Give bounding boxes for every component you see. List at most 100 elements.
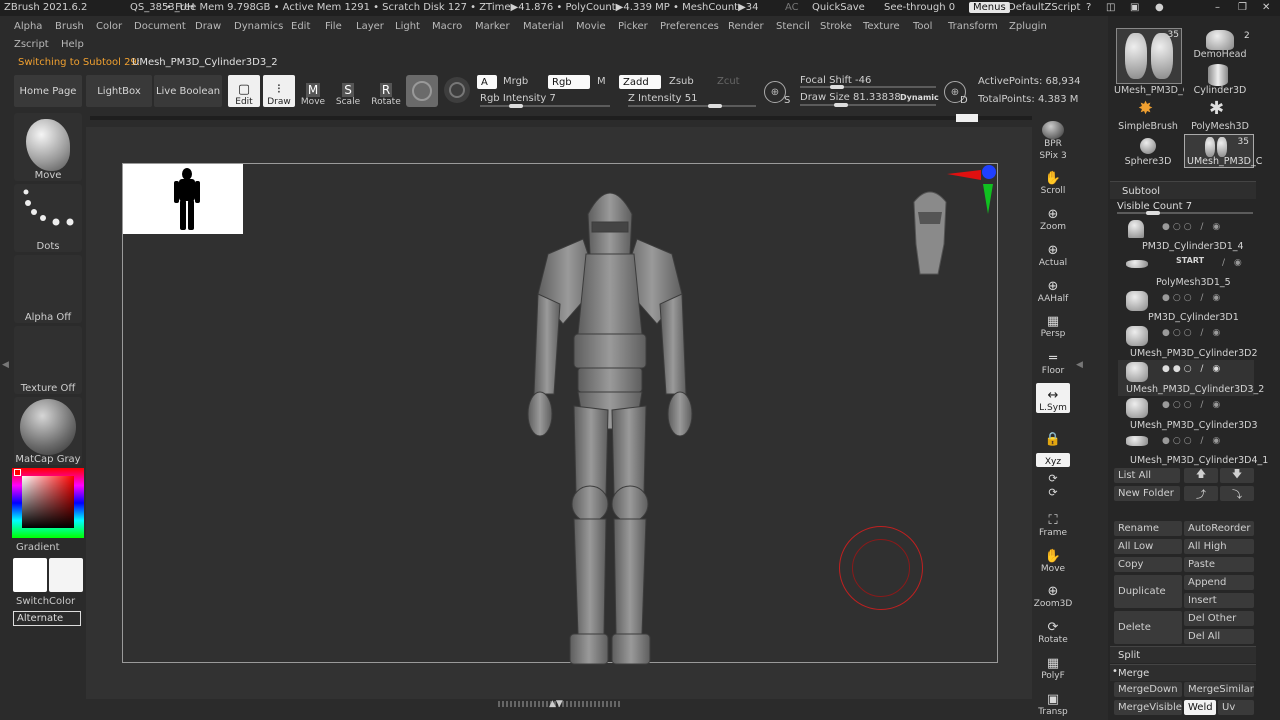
scale-button[interactable]: S Scale [332,75,364,107]
uv-toggle[interactable]: Uv [1218,700,1254,715]
home-page-button[interactable]: Home Page [14,75,82,107]
see-through-slider[interactable]: See-through 0 [884,2,955,13]
timeline-bar[interactable] [86,116,1032,120]
merge-down-button[interactable]: MergeDown [1114,682,1182,697]
all-low-button[interactable]: All Low [1114,539,1182,554]
color-picker[interactable] [12,468,84,538]
draw-size-knob[interactable] [834,103,848,107]
menu-draw[interactable]: Draw [195,21,221,32]
subtool-item[interactable]: ●○○ ∕ ◉ UMesh_PM3D_Cylinder3D2 [1118,324,1258,360]
merge-similar-button[interactable]: MergeSimilar [1184,682,1254,697]
menu-tool[interactable]: Tool [913,21,932,32]
spotlight-s-icon[interactable]: ⊕ [764,81,786,103]
list-all-button[interactable]: List All [1114,468,1180,483]
menu-color[interactable]: Color [96,21,122,32]
document-canvas[interactable] [122,162,1001,665]
subtool-header[interactable]: Subtool [1110,181,1256,199]
quicksave-button[interactable]: QuickSave [812,2,865,13]
secondary-color-swatch[interactable] [49,558,83,592]
new-folder-button[interactable]: New Folder [1114,486,1180,501]
rotate-button[interactable]: R Rotate [370,75,402,107]
menu-layer[interactable]: Layer [356,21,384,32]
copy-button[interactable]: Copy [1114,557,1182,572]
lsym-button[interactable]: ↔ L.Sym [1036,383,1070,413]
subtool-item[interactable]: START ∕ ◉ PolyMesh3D1_5 [1118,254,1254,290]
folder-down-icon[interactable]: ⤵ [1220,486,1254,501]
live-boolean-button[interactable]: Live Boolean [154,75,222,107]
restore-icon[interactable]: ❐ [1238,2,1247,13]
rgb-toggle[interactable]: Rgb [548,75,590,89]
focal-shift-knob[interactable] [830,85,844,89]
subtool-toggles[interactable]: ∕ ◉ [1222,258,1245,268]
default-zscript-button[interactable]: DefaultZScript [1008,2,1080,13]
main-color-swatch[interactable] [13,558,47,592]
folder-up-icon[interactable]: ⤴ [1184,486,1218,501]
menus-button[interactable]: Menus [969,2,1010,13]
gradient-label[interactable]: Gradient [16,542,60,553]
right-tray-arrow-icon[interactable]: ◀ [1076,360,1083,370]
subtool-toggles[interactable]: ●○○ ∕ ◉ [1162,436,1223,446]
polymesh-star-icon[interactable]: ✱ [1209,98,1224,119]
subtool-item[interactable]: ●○○ ∕ ◉ PM3D_Cylinder3D1_4 [1118,218,1254,254]
move-button[interactable]: M Move [297,75,329,107]
insert-button[interactable]: Insert [1184,593,1254,608]
zoom3d-button[interactable]: ⊕ Zoom3D [1034,579,1073,610]
menu-stencil[interactable]: Stencil [776,21,810,32]
gizmo-z-axis[interactable] [982,165,996,179]
menu-file[interactable]: File [325,21,342,32]
menu-render[interactable]: Render [728,21,764,32]
tool-thumb-cylinder[interactable] [1208,64,1228,86]
lightbox-button[interactable]: LightBox [86,75,152,107]
scroll-button[interactable]: ✋ Scroll [1036,166,1070,197]
menu-edit[interactable]: Edit [291,21,310,32]
move-up-arrow-icon[interactable]: 🡅 [1184,468,1218,483]
move-down-arrow-icon[interactable]: 🡇 [1220,468,1254,483]
left-tray-arrow-icon[interactable]: ◀ [2,360,9,370]
merge-visible-button[interactable]: MergeVisible [1114,700,1182,715]
palette-icon[interactable]: ▣ [1130,2,1139,13]
rotate-axis-icons[interactable]: ⟳ ⟳ [1036,470,1070,500]
subtool-item[interactable]: ●○○ ∕ ◉ UMesh_PM3D_Cylinder3D4_1 [1118,432,1268,468]
menu-brush[interactable]: Brush [55,21,84,32]
move-view-button[interactable]: ✋ Move [1036,544,1070,575]
menu-document[interactable]: Document [134,21,186,32]
spix-slider[interactable]: SPix 3 [1036,147,1070,161]
frame-button[interactable]: ⛶ Frame [1036,508,1070,539]
a-toggle[interactable]: A [477,75,497,89]
minimize-icon[interactable]: – [1215,2,1220,13]
zcut-toggle[interactable]: Zcut [717,76,740,87]
orientation-gizmo[interactable] [941,162,1001,222]
subtool-toggles[interactable]: ●○○ ∕ ◉ [1162,328,1223,338]
all-high-button[interactable]: All High [1184,539,1254,554]
subtool-toggles[interactable]: ●○○ ∕ ◉ [1162,400,1223,410]
tool-thumb-demohead[interactable] [1206,30,1234,50]
tool-thumb-umesh-2[interactable]: 35 UMesh_PM3D_C [1184,134,1262,168]
del-all-button[interactable]: Del All [1184,629,1254,644]
floor-button[interactable]: ═ Floor [1036,346,1070,377]
mrgb-toggle[interactable]: Mrgb [503,76,528,87]
aahalf-button[interactable]: ⊕ AAHalf [1036,274,1070,305]
menu-help[interactable]: Help [61,39,84,50]
bpr-button[interactable]: BPR [1036,117,1070,149]
menu-zplugin[interactable]: Zplugin [1009,21,1047,32]
autoreorder-button[interactable]: AutoReorder [1184,521,1254,536]
armored-figure-model[interactable] [508,174,728,669]
subtool-item[interactable]: ●○○ ∕ ◉ UMesh_PM3D_Cylinder3D3 [1118,396,1258,432]
menu-macro[interactable]: Macro [432,21,462,32]
visible-count-knob[interactable] [1146,211,1160,215]
material-icon[interactable] [444,77,470,103]
rename-button[interactable]: Rename [1114,521,1182,536]
menu-alpha[interactable]: Alpha [14,21,42,32]
menu-stroke[interactable]: Stroke [820,21,852,32]
menu-texture[interactable]: Texture [863,21,900,32]
menu-transform[interactable]: Transform [948,21,998,32]
subtool-toggles[interactable]: ●●○ ∕ ◉ [1162,364,1223,374]
shelf-toggle-icon[interactable]: ▲▼ [549,699,563,709]
merge-subpalette[interactable]: • Merge [1110,664,1256,681]
edit-button[interactable]: ▢ Edit [228,75,260,107]
alternate-button[interactable]: Alternate [13,611,81,626]
persp-button[interactable]: ▦ Persp [1036,309,1070,340]
timeline-marker[interactable] [956,114,978,122]
simplebrush-icon[interactable]: ✸ [1138,98,1153,119]
split-subpalette[interactable]: Split [1110,646,1256,663]
